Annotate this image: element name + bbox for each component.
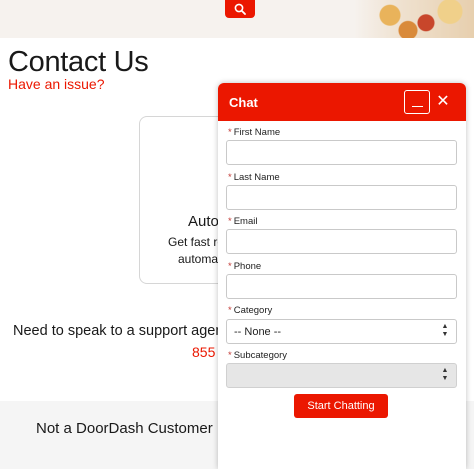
auto-card-text-line1: Get fast re (168, 235, 225, 249)
minimize-icon (412, 105, 423, 107)
select-arrows-icon: ▲ ▼ (441, 367, 449, 382)
required-marker: * (228, 261, 232, 272)
food-banner-image (354, 0, 474, 38)
required-marker: * (228, 127, 232, 138)
phone-label-text: Phone (233, 261, 262, 272)
subcategory-label: * Subcategory (228, 350, 287, 361)
last-name-label-text: Last Name (233, 172, 280, 183)
last-name-input[interactable] (226, 185, 457, 210)
auto-card-text-line2: automa (178, 252, 219, 266)
first-name-label-text: First Name (233, 127, 281, 138)
support-agent-prompt: Need to speak to a support agent' (13, 323, 231, 339)
phone-label: * Phone (228, 261, 261, 272)
phone-input[interactable] (226, 274, 457, 299)
not-a-customer-heading: Not a DoorDash Customer (36, 420, 213, 437)
category-selected-value: -- None -- (234, 326, 282, 338)
start-chatting-button[interactable]: Start Chatting (294, 394, 388, 418)
search-icon (234, 3, 246, 15)
category-select[interactable]: -- None -- ▲ ▼ (226, 319, 457, 344)
first-name-label: * First Name (228, 127, 280, 138)
subcategory-select[interactable]: ▲ ▼ (226, 363, 457, 388)
required-marker: * (228, 216, 232, 227)
category-label-text: Category (233, 305, 273, 316)
close-button[interactable]: ✕ (434, 93, 452, 111)
required-marker: * (228, 172, 232, 183)
auto-card-title: Auto (188, 213, 219, 230)
chat-widget: Chat ✕ * First Name * Last Name * Email * Ph… (218, 83, 466, 469)
category-label: * Category (228, 305, 272, 316)
required-marker: * (228, 305, 232, 316)
search-button[interactable] (225, 0, 255, 18)
close-icon: ✕ (436, 93, 450, 110)
email-label-text: Email (233, 216, 258, 227)
subcategory-label-text: Subcategory (233, 350, 288, 361)
chat-title: Chat (229, 95, 258, 110)
chat-header: Chat ✕ (218, 83, 466, 121)
page-title: Contact Us (8, 46, 149, 78)
select-arrows-icon: ▲ ▼ (441, 323, 449, 338)
email-label: * Email (228, 216, 257, 227)
required-marker: * (228, 350, 232, 361)
email-input[interactable] (226, 229, 457, 254)
top-banner (0, 0, 474, 38)
support-phone-link[interactable]: 855 (192, 344, 215, 360)
last-name-label: * Last Name (228, 172, 280, 183)
first-name-input[interactable] (226, 140, 457, 165)
have-an-issue-link[interactable]: Have an issue? (8, 76, 105, 92)
minimize-button[interactable] (404, 90, 430, 114)
